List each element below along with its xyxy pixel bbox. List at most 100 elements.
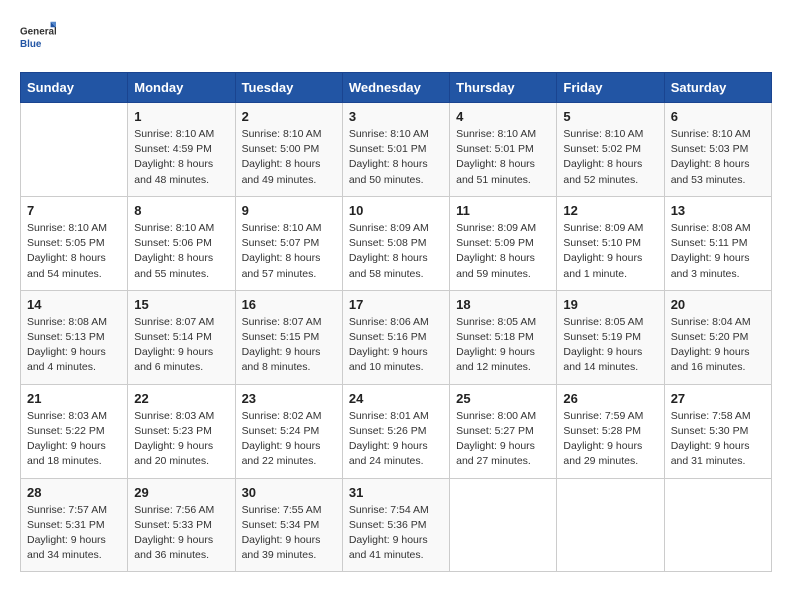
day-number: 10 <box>349 203 443 218</box>
day-info: Sunrise: 8:03 AMSunset: 5:22 PMDaylight:… <box>27 409 121 470</box>
calendar-cell: 5Sunrise: 8:10 AMSunset: 5:02 PMDaylight… <box>557 103 664 197</box>
day-number: 28 <box>27 485 121 500</box>
calendar-table: SundayMondayTuesdayWednesdayThursdayFrid… <box>20 72 772 572</box>
day-info: Sunrise: 8:10 AMSunset: 5:06 PMDaylight:… <box>134 221 228 282</box>
calendar-cell: 7 Sunrise: 8:10 AMSunset: 5:05 PMDaylight… <box>21 196 128 290</box>
calendar-cell: 17 Sunrise: 8:06 AMSunset: 5:16 PMDayligh… <box>342 290 449 384</box>
day-number: 31 <box>349 485 443 500</box>
day-number: 14 <box>27 297 121 312</box>
day-info: Sunrise: 8:07 AMSunset: 5:14 PMDaylight:… <box>134 315 228 376</box>
day-info: Sunrise: 8:00 AMSunset: 5:27 PMDaylight:… <box>456 409 550 470</box>
calendar-cell: 8 Sunrise: 8:10 AMSunset: 5:06 PMDaylight… <box>128 196 235 290</box>
day-number: 30 <box>242 485 336 500</box>
calendar-cell: 2 Sunrise: 8:10 AMSunset: 5:00 PMDaylight… <box>235 103 342 197</box>
calendar-cell: 18 Sunrise: 8:05 AMSunset: 5:18 PMDayligh… <box>450 290 557 384</box>
calendar-cell: 10Sunrise: 8:09 AMSunset: 5:08 PMDayligh… <box>342 196 449 290</box>
calendar-cell: 9Sunrise: 8:10 AMSunset: 5:07 PMDaylight… <box>235 196 342 290</box>
day-number: 27 <box>671 391 765 406</box>
calendar-cell: 28 Sunrise: 7:57 AMSunset: 5:31 PMDayligh… <box>21 478 128 572</box>
day-number: 1 <box>134 109 228 124</box>
day-info: Sunrise: 8:05 AMSunset: 5:18 PMDaylight:… <box>456 315 550 376</box>
weekday-header-monday: Monday <box>128 73 235 103</box>
calendar-cell: 23 Sunrise: 8:02 AMSunset: 5:24 PMDayligh… <box>235 384 342 478</box>
week-row-5: 28 Sunrise: 7:57 AMSunset: 5:31 PMDayligh… <box>21 478 772 572</box>
weekday-header-tuesday: Tuesday <box>235 73 342 103</box>
calendar-cell: 26 Sunrise: 7:59 AMSunset: 5:28 PMDayligh… <box>557 384 664 478</box>
weekday-header-thursday: Thursday <box>450 73 557 103</box>
calendar-cell <box>664 478 771 572</box>
day-info: Sunrise: 7:54 AMSunset: 5:36 PMDaylight:… <box>349 503 443 564</box>
day-info: Sunrise: 8:07 AMSunset: 5:15 PMDaylight:… <box>242 315 336 376</box>
week-row-2: 7 Sunrise: 8:10 AMSunset: 5:05 PMDaylight… <box>21 196 772 290</box>
day-number: 12 <box>563 203 657 218</box>
day-number: 16 <box>242 297 336 312</box>
calendar-cell: 14Sunrise: 8:08 AMSunset: 5:13 PMDayligh… <box>21 290 128 384</box>
weekday-header-saturday: Saturday <box>664 73 771 103</box>
weekday-header-row: SundayMondayTuesdayWednesdayThursdayFrid… <box>21 73 772 103</box>
day-info: Sunrise: 8:10 AMSunset: 5:05 PMDaylight:… <box>27 221 121 282</box>
day-number: 8 <box>134 203 228 218</box>
calendar-cell <box>450 478 557 572</box>
day-info: Sunrise: 8:09 AMSunset: 5:09 PMDaylight:… <box>456 221 550 282</box>
day-number: 15 <box>134 297 228 312</box>
weekday-header-wednesday: Wednesday <box>342 73 449 103</box>
day-info: Sunrise: 8:04 AMSunset: 5:20 PMDaylight:… <box>671 315 765 376</box>
calendar-cell: 27 Sunrise: 7:58 AMSunset: 5:30 PMDayligh… <box>664 384 771 478</box>
day-info: Sunrise: 8:10 AMSunset: 5:01 PMDaylight:… <box>349 127 443 188</box>
day-info: Sunrise: 7:56 AMSunset: 5:33 PMDaylight:… <box>134 503 228 564</box>
day-info: Sunrise: 8:10 AMSunset: 5:01 PMDaylight:… <box>456 127 550 188</box>
day-number: 2 <box>242 109 336 124</box>
calendar-cell: 6Sunrise: 8:10 AMSunset: 5:03 PMDaylight… <box>664 103 771 197</box>
day-number: 26 <box>563 391 657 406</box>
day-number: 7 <box>27 203 121 218</box>
weekday-header-friday: Friday <box>557 73 664 103</box>
day-number: 24 <box>349 391 443 406</box>
page-header: General Blue <box>20 20 772 56</box>
week-row-3: 14Sunrise: 8:08 AMSunset: 5:13 PMDayligh… <box>21 290 772 384</box>
calendar-cell: 12 Sunrise: 8:09 AMSunset: 5:10 PMDayligh… <box>557 196 664 290</box>
day-number: 11 <box>456 203 550 218</box>
day-info: Sunrise: 7:57 AMSunset: 5:31 PMDaylight:… <box>27 503 121 564</box>
day-info: Sunrise: 8:10 AMSunset: 5:03 PMDaylight:… <box>671 127 765 188</box>
day-info: Sunrise: 8:09 AMSunset: 5:10 PMDaylight:… <box>563 221 657 282</box>
day-info: Sunrise: 8:10 AMSunset: 4:59 PMDaylight:… <box>134 127 228 188</box>
calendar-cell <box>557 478 664 572</box>
logo-icon: General Blue <box>20 20 56 56</box>
calendar-cell: 24 Sunrise: 8:01 AMSunset: 5:26 PMDayligh… <box>342 384 449 478</box>
day-number: 29 <box>134 485 228 500</box>
day-info: Sunrise: 8:01 AMSunset: 5:26 PMDaylight:… <box>349 409 443 470</box>
day-number: 17 <box>349 297 443 312</box>
calendar-cell: 3 Sunrise: 8:10 AMSunset: 5:01 PMDaylight… <box>342 103 449 197</box>
calendar-cell: 30Sunrise: 7:55 AMSunset: 5:34 PMDayligh… <box>235 478 342 572</box>
svg-text:Blue: Blue <box>20 39 42 50</box>
day-info: Sunrise: 8:05 AMSunset: 5:19 PMDaylight:… <box>563 315 657 376</box>
day-info: Sunrise: 8:02 AMSunset: 5:24 PMDaylight:… <box>242 409 336 470</box>
day-number: 25 <box>456 391 550 406</box>
weekday-header-sunday: Sunday <box>21 73 128 103</box>
calendar-cell: 13Sunrise: 8:08 AMSunset: 5:11 PMDayligh… <box>664 196 771 290</box>
day-info: Sunrise: 8:10 AMSunset: 5:07 PMDaylight:… <box>242 221 336 282</box>
week-row-4: 21Sunrise: 8:03 AMSunset: 5:22 PMDayligh… <box>21 384 772 478</box>
day-number: 23 <box>242 391 336 406</box>
calendar-cell: 1 Sunrise: 8:10 AMSunset: 4:59 PMDaylight… <box>128 103 235 197</box>
day-number: 22 <box>134 391 228 406</box>
calendar-cell: 21Sunrise: 8:03 AMSunset: 5:22 PMDayligh… <box>21 384 128 478</box>
day-info: Sunrise: 8:06 AMSunset: 5:16 PMDaylight:… <box>349 315 443 376</box>
svg-text:General: General <box>20 26 56 37</box>
calendar-cell: 4Sunrise: 8:10 AMSunset: 5:01 PMDaylight… <box>450 103 557 197</box>
day-info: Sunrise: 7:58 AMSunset: 5:30 PMDaylight:… <box>671 409 765 470</box>
week-row-1: 1 Sunrise: 8:10 AMSunset: 4:59 PMDaylight… <box>21 103 772 197</box>
calendar-cell: 25 Sunrise: 8:00 AMSunset: 5:27 PMDayligh… <box>450 384 557 478</box>
day-number: 18 <box>456 297 550 312</box>
day-info: Sunrise: 8:10 AMSunset: 5:02 PMDaylight:… <box>563 127 657 188</box>
calendar-cell: 16 Sunrise: 8:07 AMSunset: 5:15 PMDayligh… <box>235 290 342 384</box>
day-number: 3 <box>349 109 443 124</box>
day-info: Sunrise: 8:03 AMSunset: 5:23 PMDaylight:… <box>134 409 228 470</box>
day-info: Sunrise: 8:10 AMSunset: 5:00 PMDaylight:… <box>242 127 336 188</box>
day-number: 20 <box>671 297 765 312</box>
calendar-cell: 11 Sunrise: 8:09 AMSunset: 5:09 PMDayligh… <box>450 196 557 290</box>
day-number: 19 <box>563 297 657 312</box>
calendar-cell <box>21 103 128 197</box>
calendar-cell: 15 Sunrise: 8:07 AMSunset: 5:14 PMDayligh… <box>128 290 235 384</box>
day-info: Sunrise: 7:59 AMSunset: 5:28 PMDaylight:… <box>563 409 657 470</box>
